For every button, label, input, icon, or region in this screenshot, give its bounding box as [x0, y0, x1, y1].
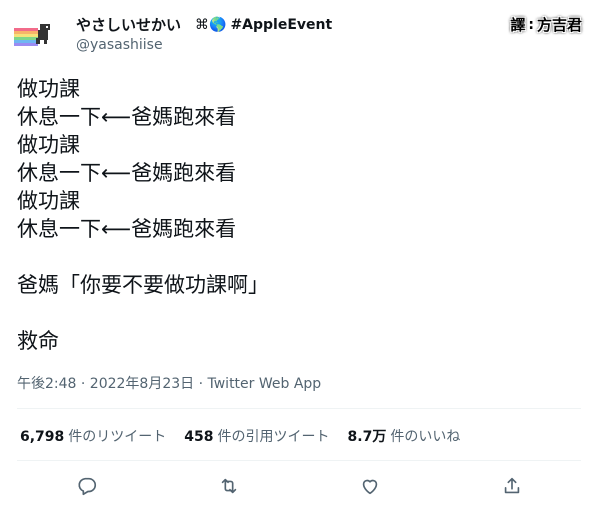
- share-button[interactable]: [498, 472, 526, 500]
- rainbow-dino-avatar-icon: [14, 24, 50, 46]
- quotes-label: 件の引用ツイート: [217, 429, 330, 445]
- quotes-stat[interactable]: 458 件の引用ツイート: [184, 426, 329, 446]
- likes-count: 8.7万: [347, 429, 387, 445]
- reply-icon: [78, 477, 97, 496]
- likes-stat[interactable]: 8.7万 件のいいね: [348, 426, 461, 446]
- tweet-text: 做功課 休息一下⟵爸媽跑來看 做功課 休息一下⟵爸媽跑來看 做功課 休息一下⟵爸…: [17, 75, 577, 355]
- quotes-count: 458: [184, 429, 214, 445]
- likes-label: 件のいいね: [390, 429, 461, 445]
- tweet-line: 休息一下⟵爸媽跑來看: [17, 217, 237, 241]
- retweets-count: 6,798: [20, 429, 65, 445]
- translator-badge-prefix: 譯: [510, 16, 526, 34]
- retweets-stat[interactable]: 6,798 件のリツイート: [20, 426, 166, 446]
- retweet-button[interactable]: [215, 472, 243, 500]
- author-name-hashtag: #AppleEvent: [230, 16, 333, 33]
- engagement-stats: 6,798 件のリツイート 458 件の引用ツイート 8.7万 件のいいね: [20, 426, 478, 446]
- translator-badge-colon: :: [528, 16, 534, 33]
- tweet-line: 做功課: [17, 77, 80, 101]
- author-name-row[interactable]: やさしいせかい ⌘🌎 #AppleEvent: [76, 14, 332, 35]
- translator-badge-name: 方吉君: [536, 16, 582, 34]
- tweet-line: 休息一下⟵爸媽跑來看: [17, 105, 237, 129]
- tweet: やさしいせかい ⌘🌎 #AppleEvent @yasashiise 譯 : 方…: [0, 0, 598, 509]
- author-display-name[interactable]: やさしいせかい: [76, 14, 181, 35]
- divider: [17, 460, 581, 461]
- tweet-line: 爸媽「你要不要做功課啊」: [17, 273, 269, 297]
- divider: [17, 408, 581, 409]
- translator-badge: 譯 : 方吉君: [510, 14, 582, 35]
- heart-icon: [362, 479, 378, 495]
- tweet-line: 救命: [17, 329, 59, 353]
- author-handle[interactable]: @yasashiise: [76, 37, 163, 53]
- tweet-line: 休息一下⟵爸媽跑來看: [17, 161, 237, 185]
- tweet-line: 做功課: [17, 133, 80, 157]
- reply-button[interactable]: [73, 472, 101, 500]
- retweet-icon: [221, 478, 237, 494]
- like-button[interactable]: [356, 472, 384, 500]
- avatar[interactable]: [14, 22, 62, 50]
- share-icon: [504, 477, 520, 494]
- retweets-label: 件のリツイート: [68, 429, 167, 445]
- action-bar: [0, 472, 598, 500]
- author-name-emoji: ⌘🌎: [195, 16, 227, 33]
- tweet-line: 做功課: [17, 189, 80, 213]
- tweet-timestamp[interactable]: 午後2:48 · 2022年8月23日 · Twitter Web App: [17, 373, 321, 393]
